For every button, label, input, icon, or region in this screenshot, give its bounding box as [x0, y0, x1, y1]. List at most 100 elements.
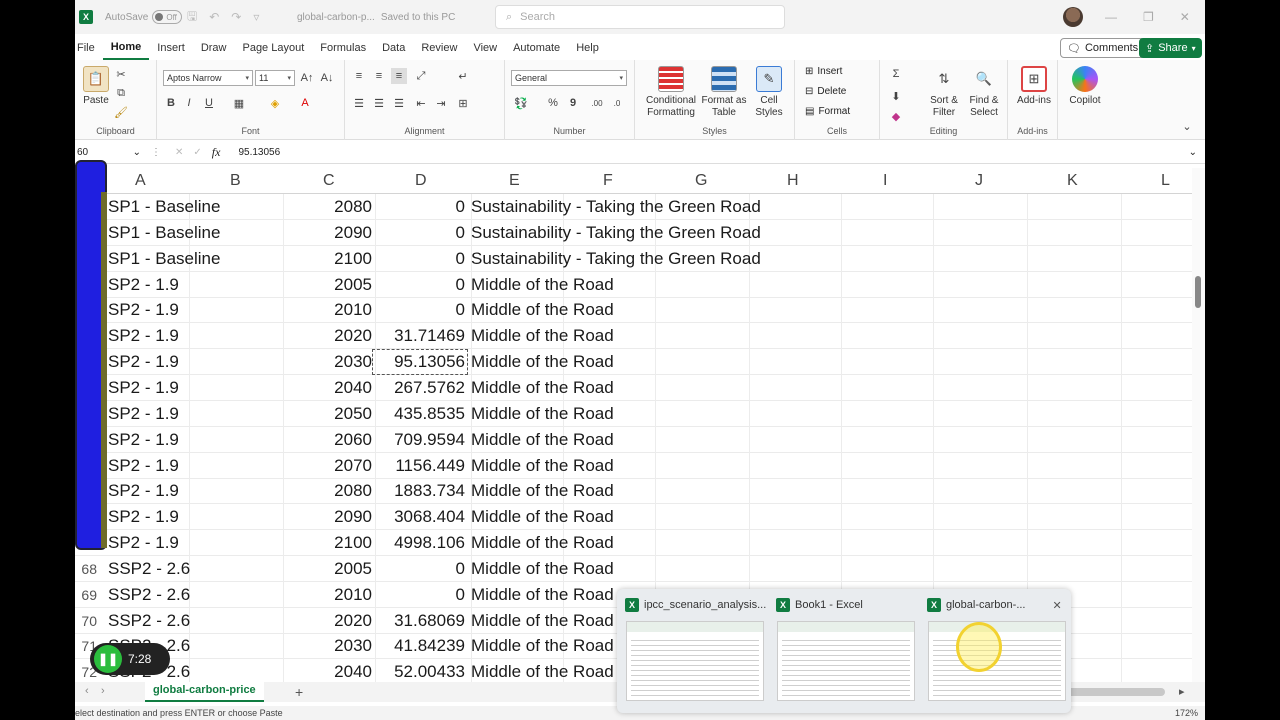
cell-styles-button[interactable]: ✎ Cell Styles — [749, 66, 789, 119]
cell-ssp-narrative[interactable]: Middle of the Road — [471, 662, 614, 682]
cell-ssp-narrative[interactable]: Middle of the Road — [471, 378, 614, 398]
tab-data[interactable]: Data — [374, 36, 413, 60]
cell-ssp-narrative[interactable]: Middle of the Road — [471, 326, 614, 346]
wrap-text-icon[interactable]: ↵ — [455, 68, 471, 84]
minimize-icon[interactable]: — — [1105, 10, 1117, 24]
table-row[interactable]: 58SP2 - 1.920100Middle of the Road — [75, 297, 1195, 324]
cell-ssp-narrative[interactable]: Middle of the Road — [471, 559, 614, 579]
saved-status[interactable]: Saved to this PC — [381, 12, 455, 23]
fill-color-icon[interactable]: ◈ — [267, 95, 283, 111]
align-middle-icon[interactable]: ≡ — [371, 68, 387, 84]
cell-year[interactable]: 2080 — [280, 481, 372, 501]
zoom-level[interactable]: 172% — [1175, 708, 1198, 718]
format-as-table-button[interactable]: Format as Table — [701, 66, 747, 119]
cell-carbon-price[interactable]: 31.68069 — [375, 611, 465, 631]
restore-icon[interactable]: ❐ — [1143, 10, 1154, 24]
cell-ssp-narrative[interactable]: Middle of the Road — [471, 352, 614, 372]
autosum-icon[interactable]: Σ — [888, 66, 904, 82]
avatar[interactable] — [1063, 7, 1083, 27]
cell-carbon-price[interactable]: 1883.734 — [375, 481, 465, 501]
expand-formula-icon[interactable]: ⌄ — [1189, 147, 1197, 158]
cell-carbon-price[interactable]: 41.84239 — [375, 636, 465, 656]
copilot-button[interactable]: Copilot — [1065, 66, 1105, 107]
name-box[interactable]: 60 ⌄ — [75, 147, 145, 158]
decrease-font-icon[interactable]: A↓ — [319, 70, 335, 86]
cell-ssp-narrative[interactable]: Middle of the Road — [471, 275, 614, 295]
cell-carbon-price[interactable]: 0 — [375, 223, 465, 243]
cell-scenario[interactable]: SSP2 - 2.6 — [108, 611, 190, 631]
column-header[interactable]: L — [1161, 172, 1170, 190]
format-painter-icon[interactable]: 🖌 — [113, 104, 129, 120]
cell-ssp-narrative[interactable]: Middle of the Road — [471, 430, 614, 450]
column-header[interactable]: K — [1067, 172, 1078, 190]
customize-qat-icon[interactable]: ▿ — [253, 10, 259, 24]
table-row[interactable]: 68 SSP2 - 2.6 2005 0 Middle of the Road — [75, 555, 1195, 582]
cell-year[interactable]: 2070 — [280, 456, 372, 476]
comments-button[interactable]: 🗨 Comments — [1060, 38, 1146, 58]
redo-icon[interactable]: ↷ — [231, 10, 241, 24]
align-top-icon[interactable]: ≡ — [351, 68, 367, 84]
cell-ssp-narrative[interactable]: Middle of the Road — [471, 585, 614, 605]
cut-icon[interactable]: ✂ — [113, 66, 129, 82]
table-row[interactable]: 66SP2 - 1.920903068.404Middle of the Roa… — [75, 504, 1195, 531]
orientation-icon[interactable]: ⤢ — [413, 68, 429, 84]
cell-scenario[interactable]: SP2 - 1.9 — [108, 430, 179, 450]
cell-year[interactable]: 2100 — [280, 249, 372, 269]
pause-icon[interactable]: ❚❚ — [94, 645, 122, 673]
cell-carbon-price[interactable]: 0 — [375, 300, 465, 320]
align-right-icon[interactable]: ☰ — [391, 95, 407, 111]
column-header[interactable]: F — [603, 172, 613, 190]
cell-carbon-price[interactable]: 95.13056 — [372, 349, 468, 376]
find-select-button[interactable]: 🔍 Find & Select — [964, 66, 1004, 119]
cell-scenario[interactable]: SP2 - 1.9 — [108, 378, 179, 398]
cell-carbon-price[interactable]: 267.5762 — [375, 378, 465, 398]
table-row[interactable]: 67SP2 - 1.921004998.106Middle of the Roa… — [75, 530, 1195, 557]
cell-ssp-narrative[interactable]: Middle of the Road — [471, 611, 614, 631]
format-cells-button[interactable]: ▤ Format — [805, 106, 850, 117]
cell-year[interactable]: 2040 — [280, 378, 372, 398]
scroll-right-icon[interactable]: ▸ — [1179, 685, 1185, 698]
tab-file[interactable]: File — [75, 36, 103, 60]
decrease-decimal-icon[interactable]: .0 — [609, 95, 625, 111]
tab-draw[interactable]: Draw — [193, 36, 235, 60]
bold-icon[interactable]: B — [163, 95, 179, 111]
tab-insert[interactable]: Insert — [149, 36, 193, 60]
cell-scenario[interactable]: SP2 - 1.9 — [108, 275, 179, 295]
accounting-format-icon[interactable]: 💱 — [513, 95, 529, 111]
column-header[interactable]: H — [787, 172, 799, 190]
column-header[interactable]: B — [230, 172, 241, 190]
column-header[interactable]: I — [883, 172, 887, 190]
cell-year[interactable]: 2020 — [280, 326, 372, 346]
table-row[interactable]: 59SP2 - 1.9202031.71469Middle of the Roa… — [75, 323, 1195, 350]
tab-home[interactable]: Home — [102, 36, 150, 60]
align-bottom-icon[interactable]: ≡ — [391, 68, 407, 84]
cell-year[interactable]: 2020 — [280, 611, 372, 631]
cell-year[interactable]: 2090 — [280, 507, 372, 527]
add-sheet-icon[interactable]: + — [295, 684, 303, 700]
cell-year[interactable]: 2050 — [280, 404, 372, 424]
cell-year[interactable]: 2060 — [280, 430, 372, 450]
vertical-scrollbar[interactable] — [1192, 168, 1205, 684]
autosave-toggle[interactable]: Off — [152, 10, 183, 24]
cell-ssp-narrative[interactable]: Middle of the Road — [471, 404, 614, 424]
table-row[interactable]: 60SP2 - 1.9203095.13056Middle of the Roa… — [75, 349, 1195, 376]
column-header[interactable]: E — [509, 172, 520, 190]
cell-scenario[interactable]: SP2 - 1.9 — [108, 300, 179, 320]
cell-scenario[interactable]: SP2 - 1.9 — [108, 352, 179, 372]
align-center-icon[interactable]: ☰ — [371, 95, 387, 111]
cell-scenario[interactable]: SSP2 - 2.6 — [108, 559, 190, 579]
cell-ssp-narrative[interactable]: Middle of the Road — [471, 300, 614, 320]
copy-icon[interactable]: ⧉ — [113, 85, 129, 101]
delete-cells-button[interactable]: ⊟ Delete — [805, 86, 846, 97]
table-row[interactable]: 63SP2 - 1.92060709.9594Middle of the Roa… — [75, 426, 1195, 453]
column-header[interactable]: A — [135, 172, 146, 190]
table-row[interactable]: 54SP1 - Baseline20800Sustainability - Ta… — [75, 194, 1195, 220]
collapse-ribbon-icon[interactable]: ⌄ — [1179, 118, 1195, 134]
prev-sheet-icon[interactable]: ‹ — [85, 685, 89, 697]
cell-year[interactable]: 2080 — [280, 197, 372, 217]
close-icon[interactable]: ✕ — [1180, 10, 1190, 24]
cell-ssp-narrative[interactable]: Middle of the Road — [471, 636, 614, 656]
cell-carbon-price[interactable]: 0 — [375, 585, 465, 605]
cell-ssp-narrative[interactable]: Sustainability - Taking the Green Road — [471, 223, 761, 243]
paste-button[interactable]: 📋 Paste — [79, 66, 113, 107]
